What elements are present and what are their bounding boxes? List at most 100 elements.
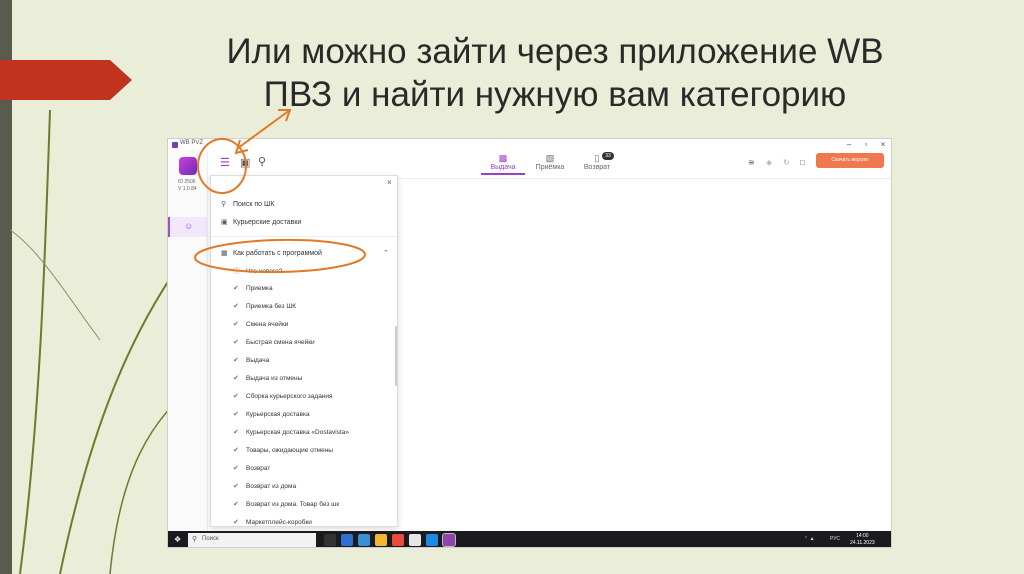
wb-pvz-taskbar-icon[interactable] <box>442 533 456 547</box>
task-view-icon[interactable] <box>324 534 336 546</box>
windows-taskbar: ❖ ⚲ Поиск ⌃ ▲ РУС 14:00 24.11.2023 <box>168 531 891 547</box>
list-item-label: Быстрая смена ячейки <box>246 339 315 346</box>
list-item[interactable]: ✔ Возврат из дома <box>233 482 296 490</box>
taskbar-clock[interactable]: 14:00 24.11.2023 <box>850 533 875 547</box>
tab-vydacha[interactable]: ▩ Выдача <box>481 153 525 175</box>
check-circle-icon: ✔ <box>233 375 239 382</box>
check-circle-icon: ✔ <box>233 483 239 490</box>
box-icon[interactable]: ▣ <box>240 157 250 169</box>
search-icon: ⚲ <box>221 201 227 208</box>
return-count-badge: 33 <box>602 152 614 160</box>
slide-title-line1: Или можно зайти через приложение WB <box>226 32 884 71</box>
sidebar: ID 2506 V 1.0.84 ☺ <box>168 151 208 531</box>
close-window-icon[interactable]: × <box>877 139 889 151</box>
check-circle-icon: ✔ <box>233 519 239 526</box>
list-item[interactable]: ✔ Маркетплейс-коробки <box>233 518 312 526</box>
hamburger-menu-icon[interactable]: ☰ <box>220 157 230 169</box>
info-icon: ⓘ <box>233 268 240 275</box>
list-item-label: Возврат <box>246 465 271 472</box>
clock-date: 24.11.2023 <box>850 540 875 546</box>
list-item-label: Возврат из дома <box>246 483 297 490</box>
check-circle-icon: ✔ <box>233 321 239 328</box>
check-circle-icon: ✔ <box>233 357 239 364</box>
tab-label: Выдача <box>490 164 516 171</box>
list-item-label: Приемка без ШК <box>246 303 297 310</box>
list-item[interactable]: ✔ Возврат из дома. Товар без шк <box>233 500 339 508</box>
language-indicator[interactable]: РУС <box>830 536 840 542</box>
menu-divider <box>211 236 397 237</box>
check-circle-icon: ✔ <box>233 285 239 292</box>
taskbar-search-input[interactable]: ⚲ Поиск <box>188 533 316 547</box>
clock-time: 14:00 <box>856 533 869 539</box>
list-item[interactable]: ✔ Курьерская доставка <box>233 410 310 418</box>
menu-item-search-barcode[interactable]: ⚲ Поиск по ШК <box>221 200 274 208</box>
list-item[interactable]: ✔ Сборка курьерского задания <box>233 392 333 400</box>
list-item[interactable]: ✔ Смена ячейки <box>233 320 288 328</box>
store-icon[interactable] <box>358 534 370 546</box>
check-circle-icon: ✔ <box>233 303 239 310</box>
check-circle-icon: ✔ <box>233 447 239 454</box>
tab-priemka[interactable]: ▧ Приёмка <box>528 153 572 171</box>
user-icon: ☺ <box>184 221 194 231</box>
signal-icon[interactable]: ≅ <box>748 157 755 169</box>
maximize-icon[interactable]: ▫ <box>860 139 872 151</box>
list-item[interactable]: ✔ Товары, ожидающие отмены <box>233 446 333 454</box>
chevron-up-icon[interactable]: ⌃ <box>383 249 389 257</box>
windows-start-icon[interactable]: ❖ <box>174 535 181 544</box>
boxes-icon: ▧ <box>545 153 555 163</box>
list-item[interactable]: ✔ Возврат <box>233 464 270 472</box>
slide-title-line2: ПВЗ и найти нужную вам категорию <box>263 75 847 114</box>
mail-icon[interactable] <box>409 534 421 546</box>
menu-scrollbar[interactable] <box>395 326 397 386</box>
book-icon: ▦ <box>221 250 228 257</box>
menu-section-label: Как работать с программой <box>233 250 322 257</box>
list-item-label: Товары, ожидающие отмены <box>246 447 333 454</box>
download-update-button[interactable]: Скачать версию <box>816 153 884 168</box>
chat-icon[interactable]: □ <box>800 157 805 169</box>
list-item-label: Смена ячейки <box>246 321 289 328</box>
tab-label: Приёмка <box>535 164 565 171</box>
list-item[interactable]: ✔ Приемка без ШК <box>233 302 296 310</box>
list-item[interactable]: ✔ Быстрая смена ячейки <box>233 338 315 346</box>
menu-item-label: Курьерские доставки <box>233 219 302 226</box>
search-icon[interactable]: ⚲ <box>258 156 266 168</box>
edge-icon[interactable] <box>341 534 353 546</box>
browser-icon[interactable] <box>426 534 438 546</box>
check-circle-icon: ✔ <box>233 429 239 436</box>
sidebar-item-user[interactable]: ☺ <box>168 217 208 237</box>
search-icon: ⚲ <box>192 536 198 543</box>
bell-icon[interactable]: ◈ <box>766 157 772 169</box>
folder-icon[interactable] <box>375 534 387 546</box>
list-item-label: Выдача из отмены <box>246 375 303 382</box>
list-item[interactable]: ✔ Курьерская доставка «Dostavista» <box>233 428 349 436</box>
list-item-label: Курьерская доставка <box>246 411 310 418</box>
pvz-id: ID 2506 <box>178 179 196 185</box>
menu-item-courier-deliveries[interactable]: ▣ Курьерские доставки <box>221 218 301 226</box>
list-item[interactable]: ✔ Выдача из отмены <box>233 374 302 382</box>
box-icon: ▣ <box>221 219 228 226</box>
list-item-label: Выдача <box>246 357 270 364</box>
list-item[interactable]: ✔ Приемка <box>233 284 273 292</box>
check-circle-icon: ✔ <box>233 411 239 418</box>
list-item-label: Что нового? <box>246 268 283 275</box>
list-item[interactable]: ✔ Выдача <box>233 356 269 364</box>
search-placeholder: Поиск <box>202 536 219 542</box>
check-circle-icon: ✔ <box>233 339 239 346</box>
app-version: V 1.0.84 <box>178 186 197 192</box>
check-circle-icon: ✔ <box>233 501 239 508</box>
window-titlebar: WB PVZ – ▫ × <box>168 139 891 151</box>
refresh-icon[interactable]: ↻ <box>783 157 790 169</box>
list-item[interactable]: ⓘ Что нового? <box>233 266 282 276</box>
app-logo-icon <box>172 142 178 148</box>
brand-cube-icon[interactable] <box>179 157 197 175</box>
slide-title: Или можно зайти через приложение WB ПВЗ … <box>150 30 960 116</box>
check-circle-icon: ✔ <box>233 465 239 472</box>
menu-section-how-to-work[interactable]: ▦ Как работать с программой <box>221 249 322 257</box>
menu-item-label: Поиск по ШК <box>233 201 275 208</box>
close-icon[interactable]: × <box>387 178 392 187</box>
yandex-icon[interactable] <box>392 534 404 546</box>
tab-vozvrat[interactable]: ▯ Возврат 33 <box>575 152 619 171</box>
minimize-icon[interactable]: – <box>843 139 855 151</box>
list-item-label: Приемка <box>246 285 273 292</box>
tray-icons: ⌃ ▲ <box>804 536 815 542</box>
